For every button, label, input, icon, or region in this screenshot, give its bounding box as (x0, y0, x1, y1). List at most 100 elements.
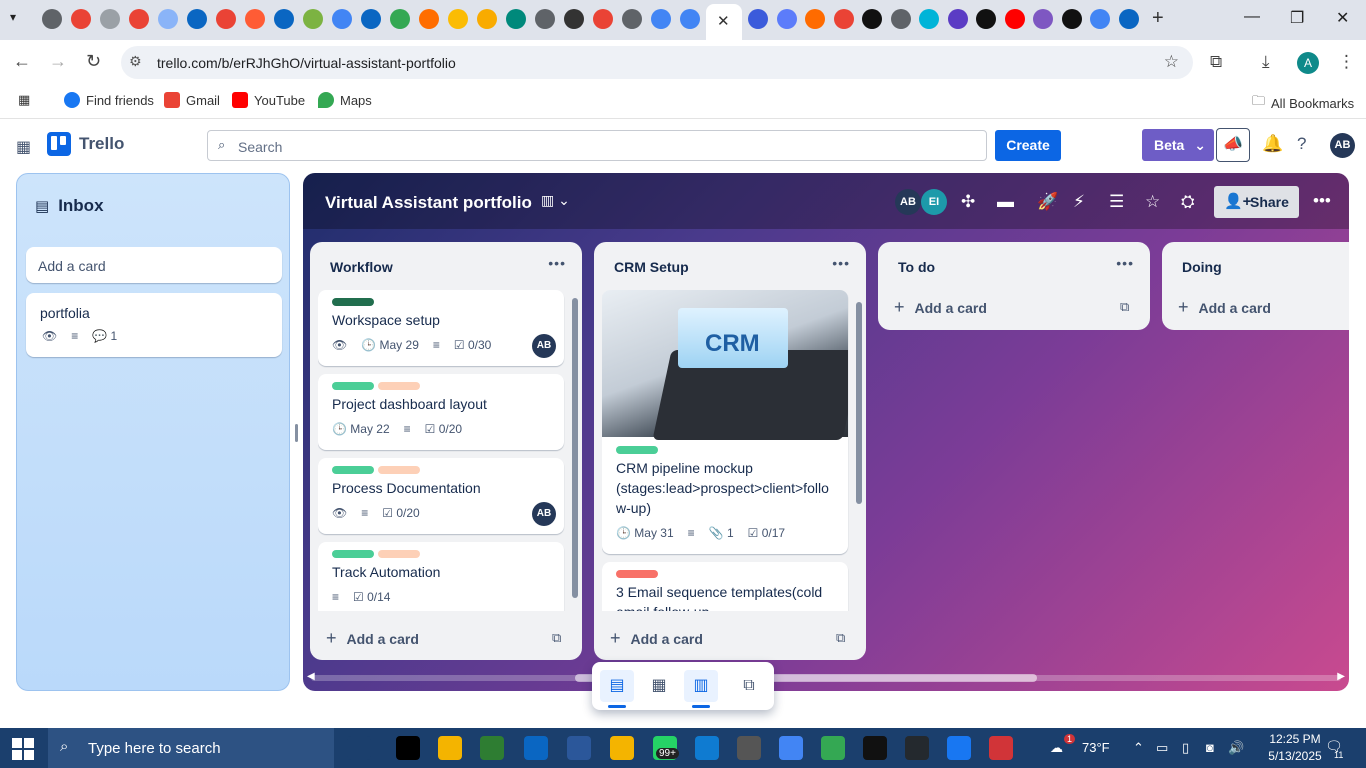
site-settings-icon[interactable]: ⚙ (129, 53, 142, 70)
inbox-view-icon[interactable]: ▤ (600, 670, 634, 708)
network-icon[interactable]: ▭ (1156, 740, 1168, 756)
bookmark-youtube[interactable]: YouTube (232, 92, 305, 108)
bookmark-gmail[interactable]: Gmail (164, 92, 220, 108)
card-process-documentation[interactable]: Process Documentation 👁 ≡ ☑ 0/20 AB (318, 458, 564, 534)
word-icon[interactable] (567, 736, 591, 760)
tab-favicon-icon[interactable] (1061, 9, 1082, 29)
card-template-icon[interactable]: ⧉ (836, 630, 845, 646)
tab-favicon-icon[interactable] (947, 9, 968, 29)
share-button[interactable]: 👤+ Share (1214, 186, 1299, 218)
add-card-button[interactable]: + Add a card (1178, 297, 1271, 318)
active-tab[interactable]: ✕ (706, 4, 742, 40)
volume-icon[interactable]: 🔊 (1228, 740, 1244, 756)
visibility-icon[interactable]: ⛭ (1181, 192, 1195, 212)
tab-favicon-icon[interactable] (390, 9, 410, 29)
create-button[interactable]: Create (995, 130, 1061, 161)
member-avatar[interactable]: AB (532, 334, 556, 358)
tab-favicon-icon[interactable] (100, 9, 120, 29)
beta-button[interactable]: Beta ⌄ (1142, 129, 1214, 161)
bookmark-find-friends[interactable]: Find friends (64, 92, 154, 108)
inbox-add-card-input[interactable]: Add a card (26, 247, 282, 283)
card-crm-pipeline[interactable]: CRM CRM pipeline mockup (stages:lead>pro… (602, 290, 848, 554)
apps-grid-icon[interactable]: ▦ (18, 92, 30, 108)
list-scrollbar[interactable] (856, 292, 862, 610)
restore-icon[interactable]: ❐ (1290, 8, 1304, 28)
inbox-card[interactable]: portfolia 👁 ≡ 💬 1 (26, 293, 282, 357)
tab-favicon-icon[interactable] (245, 9, 265, 29)
back-icon[interactable]: ← (13, 51, 31, 72)
power-ups-rocket-icon[interactable]: 🚀 (1037, 192, 1058, 212)
tab-favicon-icon[interactable] (564, 9, 584, 29)
settings-icon[interactable] (737, 736, 761, 760)
list-title[interactable]: Workflow (330, 259, 393, 275)
calendar-view-icon[interactable]: ▦ (642, 670, 676, 702)
board-view-switcher[interactable]: ▥ ⌄ (541, 192, 570, 209)
tab-favicon-icon[interactable] (187, 9, 207, 29)
tab-favicon-icon[interactable] (805, 9, 825, 29)
camera-icon[interactable]: ◙ (1206, 740, 1214, 755)
megaphone-icon[interactable]: 📣 (1216, 128, 1250, 162)
trello-logo[interactable]: Trello (47, 132, 124, 156)
filter-icon[interactable]: ☰ (1109, 192, 1124, 212)
card-cover-icon[interactable]: ▬ (997, 192, 1014, 212)
lock-app-icon[interactable] (480, 736, 504, 760)
help-icon[interactable]: ? (1297, 134, 1306, 154)
board-view-icon[interactable]: ▥ (684, 670, 718, 708)
tab-favicon-icon[interactable] (274, 9, 294, 29)
file-explorer-icon[interactable] (438, 736, 462, 760)
card-track-automation[interactable]: Track Automation ≡ ☑ 0/14 (318, 542, 564, 611)
automation-lightning-icon[interactable]: ⚡ (1073, 192, 1085, 212)
close-window-icon[interactable]: ✕ (1336, 8, 1349, 28)
tab-search-chevron-icon[interactable]: ▾ (10, 10, 16, 24)
tab-favicon-icon[interactable] (535, 9, 555, 29)
search-input[interactable]: ⌕ Search (207, 130, 987, 161)
list-title[interactable]: CRM Setup (614, 259, 689, 275)
panel-resize-handle[interactable] (295, 424, 298, 442)
tab-favicon-icon[interactable] (862, 9, 882, 29)
bookmark-star-icon[interactable]: ☆ (1164, 52, 1179, 72)
list-title[interactable]: Doing (1182, 259, 1222, 275)
card-project-dashboard[interactable]: Project dashboard layout 🕒 May 22 ≡ ☑ 0/… (318, 374, 564, 450)
tray-chevron-icon[interactable]: ⌃ (1133, 740, 1144, 756)
switch-boards-icon[interactable]: ⧉ (732, 670, 766, 702)
list-title[interactable]: To do (898, 259, 935, 275)
tab-favicon-icon[interactable] (506, 9, 526, 29)
notifications-bell-icon[interactable]: 🔔 (1262, 134, 1283, 154)
card-template-icon[interactable]: ⧉ (552, 630, 561, 646)
taskbar-search[interactable]: ⌕ Type here to search (48, 728, 334, 768)
board-title[interactable]: Virtual Assistant portfolio (325, 193, 532, 213)
tab-favicon-icon[interactable] (477, 9, 497, 29)
app-switcher-icon[interactable]: ▦ (16, 137, 31, 157)
list-menu-icon[interactable]: ••• (548, 255, 566, 271)
facebook-icon[interactable] (947, 736, 971, 760)
scroll-right-icon[interactable]: ▶ (1337, 671, 1345, 682)
tab-favicon-icon[interactable] (71, 9, 91, 29)
board-menu-icon[interactable]: ••• (1313, 191, 1331, 211)
tab-favicon-icon[interactable] (216, 9, 236, 29)
pycharm-icon[interactable] (396, 736, 420, 760)
tab-favicon-icon[interactable] (1090, 9, 1110, 29)
close-tab-icon[interactable]: ✕ (717, 12, 730, 30)
card-template-icon[interactable]: ⧉ (1120, 299, 1129, 315)
tab-favicon-icon[interactable] (1004, 9, 1025, 29)
task-view-icon[interactable] (347, 736, 371, 760)
wps-icon[interactable] (989, 736, 1013, 760)
all-bookmarks[interactable]: 🗀 All Bookmarks (1252, 92, 1354, 114)
list-scrollbar[interactable] (572, 292, 578, 610)
weather-icon[interactable]: ☁ (1050, 740, 1063, 756)
add-card-button[interactable]: + Add a card (894, 297, 987, 318)
sticky-app-icon[interactable] (610, 736, 634, 760)
github-icon[interactable] (905, 736, 929, 760)
tab-favicon-icon[interactable] (42, 9, 62, 29)
list-menu-icon[interactable]: ••• (832, 255, 850, 271)
tab-favicon-icon[interactable] (833, 9, 854, 29)
account-avatar[interactable]: AB (1330, 133, 1355, 158)
tab-favicon-icon[interactable] (890, 9, 911, 29)
windows-start-icon[interactable] (12, 738, 34, 760)
add-card-button[interactable]: + Add a card (610, 628, 703, 649)
minimize-icon[interactable]: — (1244, 8, 1260, 26)
tab-favicon-icon[interactable] (748, 9, 768, 29)
tab-favicon-icon[interactable] (593, 9, 613, 29)
upwork-icon[interactable] (863, 736, 887, 760)
list-menu-icon[interactable]: ••• (1116, 255, 1134, 271)
